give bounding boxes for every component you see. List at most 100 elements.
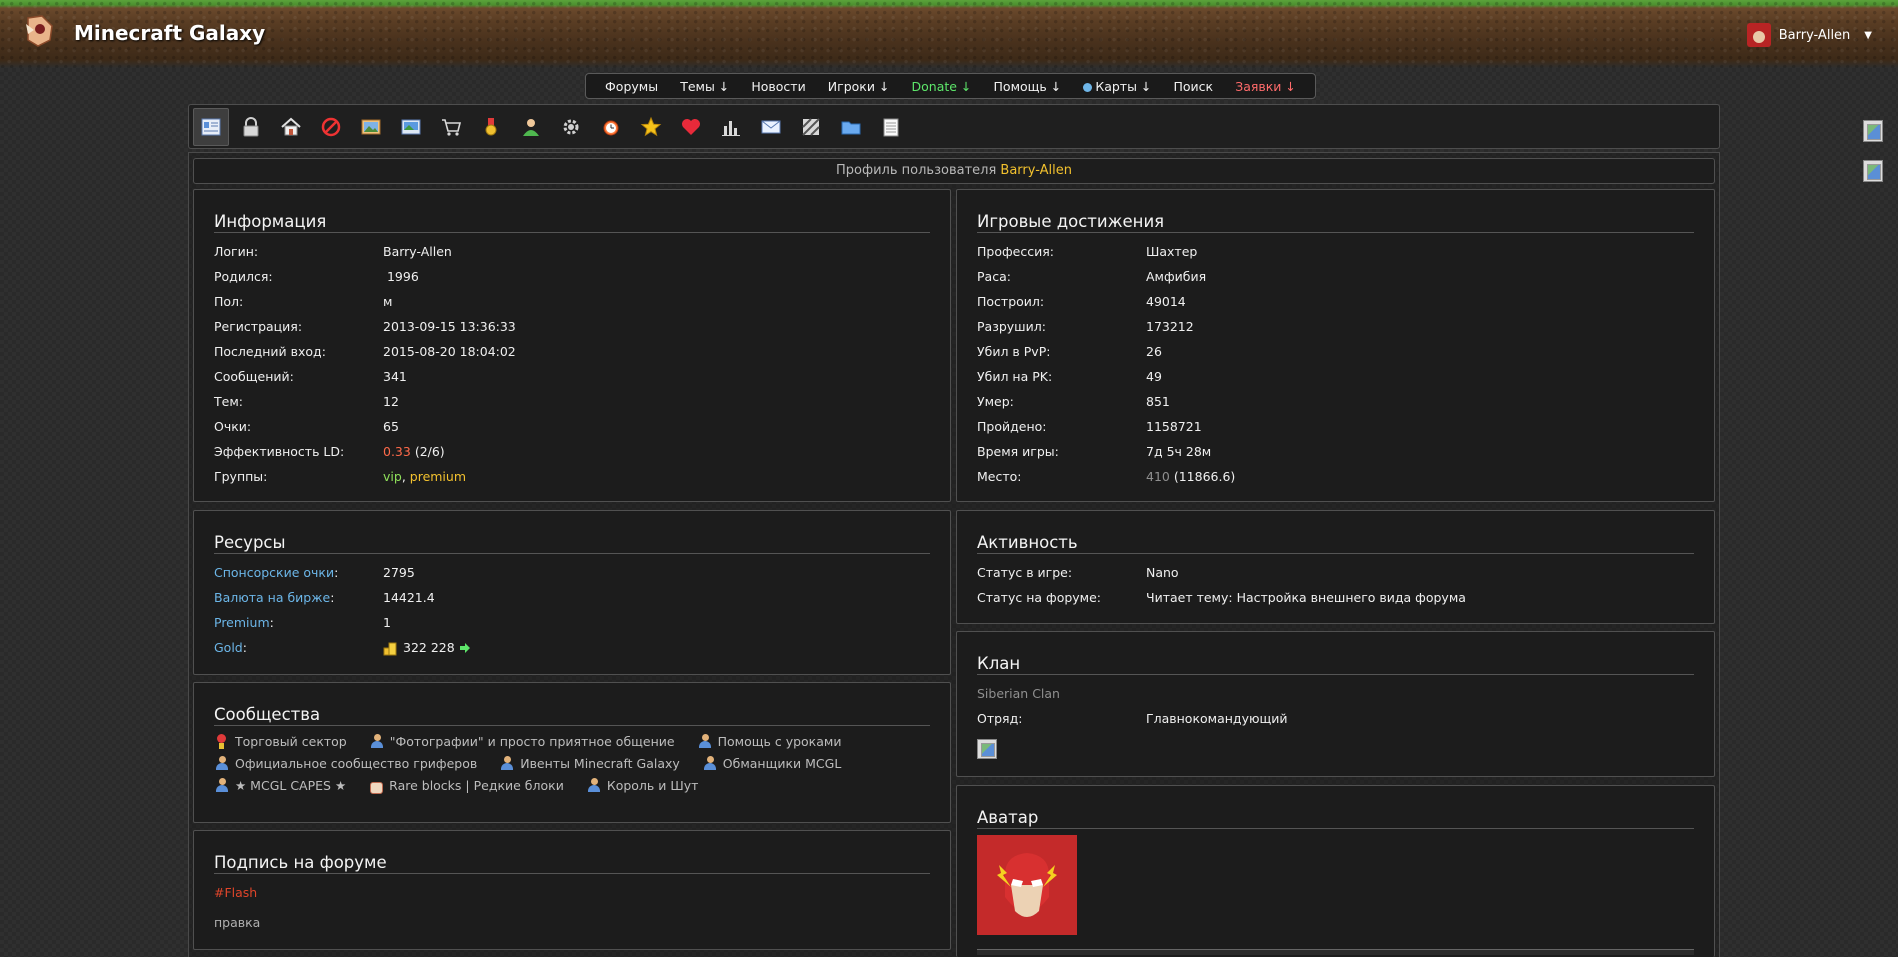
nav-forums[interactable]: Форумы: [605, 79, 658, 94]
broken-image-icon[interactable]: [1863, 120, 1883, 142]
broken-image-icon[interactable]: [1863, 160, 1883, 182]
home-icon[interactable]: [273, 108, 309, 146]
group-vip[interactable]: vip: [383, 469, 402, 484]
sponsor-points-link[interactable]: Спонсорские очки: [214, 565, 334, 580]
signature-tag: #Flash: [214, 885, 258, 900]
arrow-right-icon[interactable]: [459, 642, 471, 654]
people-icon: [214, 777, 229, 793]
medal-icon[interactable]: [473, 108, 509, 146]
folder-icon[interactable]: [833, 108, 869, 146]
value: Nano: [1146, 565, 1179, 580]
value: 65: [383, 419, 399, 434]
lock-icon[interactable]: [233, 108, 269, 146]
user-avatar[interactable]: [1746, 23, 1771, 47]
ban-icon[interactable]: [313, 108, 349, 146]
community-rare-blocks[interactable]: Rare blocks | Редкие блоки: [368, 778, 564, 794]
achievements-title: Игровые достижения: [977, 212, 1694, 233]
alarm-clock-icon[interactable]: [593, 108, 629, 146]
community-korol-i-shut[interactable]: Король и Шут: [586, 777, 698, 793]
profile-toolbar: [188, 104, 1720, 149]
gallery-icon[interactable]: [353, 108, 389, 146]
user-menu-name[interactable]: Barry-Allen: [1779, 28, 1851, 43]
race-link[interactable]: Амфибия: [1146, 269, 1206, 284]
value: 2013-09-15 13:36:33: [383, 319, 516, 334]
community-label: Обманщики MCGL: [722, 755, 842, 771]
medal-icon: [214, 733, 229, 749]
community-events[interactable]: Ивенты Minecraft Galaxy: [499, 755, 680, 771]
label: Статус в игре:: [977, 565, 1073, 580]
resources-title: Ресурсы: [214, 533, 930, 554]
community-label: "Фотографии" и просто приятное общение: [389, 733, 675, 749]
heart-icon[interactable]: [673, 108, 709, 146]
profile-title-username[interactable]: Barry-Allen: [1000, 163, 1072, 178]
nav-donate[interactable]: Donate ↓: [912, 79, 972, 94]
community-photos[interactable]: "Фотографии" и просто приятное общение: [369, 733, 675, 749]
place-link[interactable]: 410: [1146, 469, 1170, 484]
stripes-icon[interactable]: [793, 108, 829, 146]
ach-walked-row: Пройдено: 1158721: [977, 414, 1694, 439]
nav-applications[interactable]: Заявки ↓: [1235, 79, 1296, 94]
user-icon[interactable]: [513, 108, 549, 146]
nav-news[interactable]: Новости: [751, 79, 805, 94]
community-label: Ивенты Minecraft Galaxy: [520, 755, 680, 771]
label: Родился:: [214, 269, 273, 284]
value: Главнокомандующий: [1146, 711, 1288, 726]
value: 341: [383, 369, 407, 384]
main-nav: Форумы Темы ↓ Новости Игроки ↓ Donate ↓ …: [585, 73, 1316, 99]
gear-icon[interactable]: [553, 108, 589, 146]
flash-avatar-icon: [977, 835, 1077, 935]
clan-emblem-broken-image-icon[interactable]: [977, 739, 997, 759]
value: 173212: [1146, 319, 1194, 334]
act-game-row: Статус в игре: Nano: [977, 560, 1694, 585]
chevron-down-icon[interactable]: ▼: [1864, 30, 1872, 41]
community-capes[interactable]: ★ MCGL CAPES ★: [214, 777, 346, 793]
nav-topics[interactable]: Темы ↓: [680, 79, 729, 94]
community-trade-sector[interactable]: Торговый сектор: [214, 733, 347, 749]
image-icon[interactable]: [393, 108, 429, 146]
community-scammers[interactable]: Обманщики MCGL: [702, 755, 842, 771]
nav-maps[interactable]: Карты ↓: [1083, 79, 1151, 94]
nav-help[interactable]: Помощь ↓: [994, 79, 1062, 94]
label: Сообщений:: [214, 369, 294, 384]
clan-name-link[interactable]: Siberian Clan: [977, 686, 1060, 701]
profile-title-prefix: Профиль пользователя: [836, 163, 997, 178]
logo-icon[interactable]: [22, 14, 56, 48]
signature-text-row: правка: [214, 910, 930, 935]
user-avatar-large[interactable]: [977, 835, 1077, 935]
label: Логин:: [214, 244, 259, 259]
ach-built-row: Построил: 49014: [977, 289, 1694, 314]
star-icon[interactable]: [633, 108, 669, 146]
group-premium[interactable]: premium: [410, 469, 466, 484]
community-homework[interactable]: Помощь с уроками: [697, 733, 841, 749]
nav-search[interactable]: Поиск: [1174, 79, 1214, 94]
value: 26: [1146, 344, 1162, 359]
signature-title: Подпись на форуме: [214, 853, 930, 874]
site-title[interactable]: Minecraft Galaxy: [74, 21, 265, 45]
mail-icon[interactable]: [753, 108, 789, 146]
label: Построил:: [977, 294, 1045, 309]
info-ld-row: Эффективность LD: 0.33 (2/6): [214, 439, 930, 464]
topics-link[interactable]: 12: [383, 394, 399, 409]
label: Убил на PK:: [977, 369, 1053, 384]
premium-link[interactable]: Premium: [214, 615, 270, 630]
cart-icon[interactable]: [433, 108, 469, 146]
bar-chart-icon[interactable]: [713, 108, 749, 146]
colon: :: [330, 590, 335, 605]
notepad-icon[interactable]: [873, 108, 909, 146]
exchange-currency-link[interactable]: Валюта на бирже: [214, 590, 330, 605]
user-menu[interactable]: Barry-Allen ▼: [1746, 22, 1872, 48]
community-griefers[interactable]: Официальное сообщество гриферов: [214, 755, 477, 771]
activity-panel: Активность Статус в игре: Nano Статус на …: [956, 510, 1715, 624]
gold-link[interactable]: Gold: [214, 640, 243, 655]
ach-race-row: Раса: Амфибия: [977, 264, 1694, 289]
signature-panel: Подпись на форуме #Flash правка: [193, 830, 951, 950]
forum-status-link[interactable]: Читает тему: Настройка внешнего вида фор…: [1146, 590, 1466, 605]
ach-pk-row: Убил на PK: 49: [977, 364, 1694, 389]
avatar-panel: Аватар: [956, 785, 1715, 957]
value: 14421.4: [383, 590, 435, 605]
profession-link[interactable]: Шахтер: [1146, 244, 1197, 259]
profile-card-icon[interactable]: [193, 107, 229, 146]
nav-players[interactable]: Игроки ↓: [828, 79, 890, 94]
signature-text: правка: [214, 915, 261, 930]
clan-squad-row: Отряд: Главнокомандующий: [977, 706, 1694, 731]
